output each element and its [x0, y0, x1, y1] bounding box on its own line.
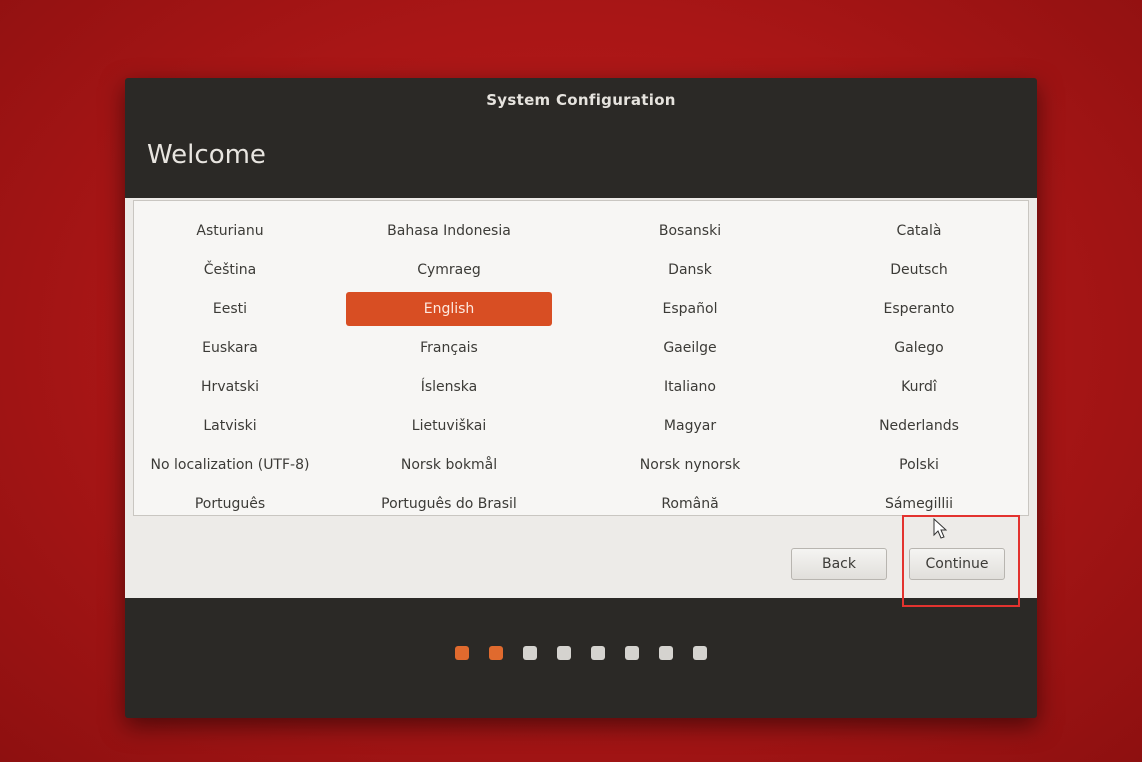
language-option[interactable]: English	[326, 289, 572, 328]
language-label: Català	[896, 222, 942, 239]
language-option[interactable]: Euskara	[134, 328, 326, 367]
progress-dot	[489, 646, 503, 660]
language-option[interactable]: Bosanski	[572, 211, 808, 250]
language-option[interactable]: Português do Brasil	[326, 484, 572, 523]
window-title: System Configuration	[486, 91, 676, 109]
language-option[interactable]: Norsk bokmål	[326, 445, 572, 484]
language-label: Bahasa Indonesia	[387, 222, 511, 239]
language-label: Asturianu	[196, 222, 264, 239]
language-option[interactable]: Português	[134, 484, 326, 523]
language-label: Latviski	[203, 417, 257, 434]
language-list[interactable]: Asturianu Bahasa Indonesia Bosanski Català Č…	[133, 200, 1029, 516]
language-option[interactable]: Íslenska	[326, 367, 572, 406]
language-option[interactable]: Bahasa Indonesia	[326, 211, 572, 250]
language-option[interactable]: Français	[326, 328, 572, 367]
language-label: Eesti	[212, 300, 248, 317]
language-option[interactable]: Gaeilge	[572, 328, 808, 367]
language-option[interactable]: Español	[572, 289, 808, 328]
continue-button[interactable]: Continue	[909, 548, 1005, 580]
language-option[interactable]: Italiano	[572, 367, 808, 406]
language-option[interactable]: Polski	[808, 445, 1030, 484]
language-label: Euskara	[202, 339, 258, 356]
language-label: Norsk nynorsk	[639, 456, 741, 473]
language-option[interactable]: Latviski	[134, 406, 326, 445]
language-label: Italiano	[664, 378, 716, 395]
language-option[interactable]: Sámegillii	[808, 484, 1030, 523]
progress-dot	[659, 646, 673, 660]
language-label: Íslenska	[420, 378, 478, 395]
language-label: English	[346, 291, 552, 326]
language-label: Hrvatski	[201, 378, 259, 395]
language-label: Dansk	[668, 261, 712, 278]
language-label: Română	[661, 495, 719, 512]
language-option[interactable]: Galego	[808, 328, 1030, 367]
language-label: No localization (UTF-8)	[150, 456, 310, 473]
language-label: Cymraeg	[417, 261, 481, 278]
content-area: Asturianu Bahasa Indonesia Bosanski Català Č…	[125, 198, 1037, 598]
language-label: Esperanto	[883, 300, 955, 317]
language-option[interactable]: Română	[572, 484, 808, 523]
progress-dot	[557, 646, 571, 660]
language-option[interactable]: No localization (UTF-8)	[134, 445, 326, 484]
language-label: Português do Brasil	[381, 495, 517, 512]
language-label: Gaeilge	[663, 339, 717, 356]
language-option[interactable]: Deutsch	[808, 250, 1030, 289]
system-configuration-window: System Configuration Welcome Asturianu Ba…	[125, 78, 1037, 718]
button-bar: Back Continue	[125, 528, 1037, 598]
language-option[interactable]: Esperanto	[808, 289, 1030, 328]
progress-dot	[455, 646, 469, 660]
language-option[interactable]: Català	[808, 211, 1030, 250]
progress-dot	[693, 646, 707, 660]
language-option[interactable]: Norsk nynorsk	[572, 445, 808, 484]
language-label: Nederlands	[879, 417, 959, 434]
language-label: Português	[194, 495, 266, 512]
progress-dots	[125, 646, 1037, 660]
language-label: Deutsch	[890, 261, 948, 278]
language-option[interactable]: Cymraeg	[326, 250, 572, 289]
language-label: Bosanski	[658, 222, 722, 239]
language-option[interactable]: Magyar	[572, 406, 808, 445]
language-label: Magyar	[663, 417, 717, 434]
language-label: Español	[662, 300, 718, 317]
language-label: Polski	[899, 456, 939, 473]
back-button[interactable]: Back	[791, 548, 887, 580]
language-label: Kurdî	[901, 378, 937, 395]
mouse-cursor-icon	[933, 518, 947, 539]
progress-dot	[523, 646, 537, 660]
language-label: Čeština	[203, 261, 257, 278]
language-label: Sámegillii	[884, 495, 954, 512]
language-option[interactable]: Hrvatski	[134, 367, 326, 406]
language-option[interactable]: Nederlands	[808, 406, 1030, 445]
language-option[interactable]: Čeština	[134, 250, 326, 289]
progress-dot	[625, 646, 639, 660]
language-option[interactable]: Kurdî	[808, 367, 1030, 406]
language-option[interactable]: Eesti	[134, 289, 326, 328]
language-label: Lietuviškai	[411, 417, 487, 434]
progress-dot	[591, 646, 605, 660]
page-title: Welcome	[147, 140, 266, 170]
language-option[interactable]: Lietuviškai	[326, 406, 572, 445]
language-option[interactable]: Asturianu	[134, 211, 326, 250]
language-label: Galego	[894, 339, 944, 356]
language-option[interactable]: Dansk	[572, 250, 808, 289]
language-label: Norsk bokmål	[400, 456, 498, 473]
language-label: Français	[420, 339, 478, 356]
